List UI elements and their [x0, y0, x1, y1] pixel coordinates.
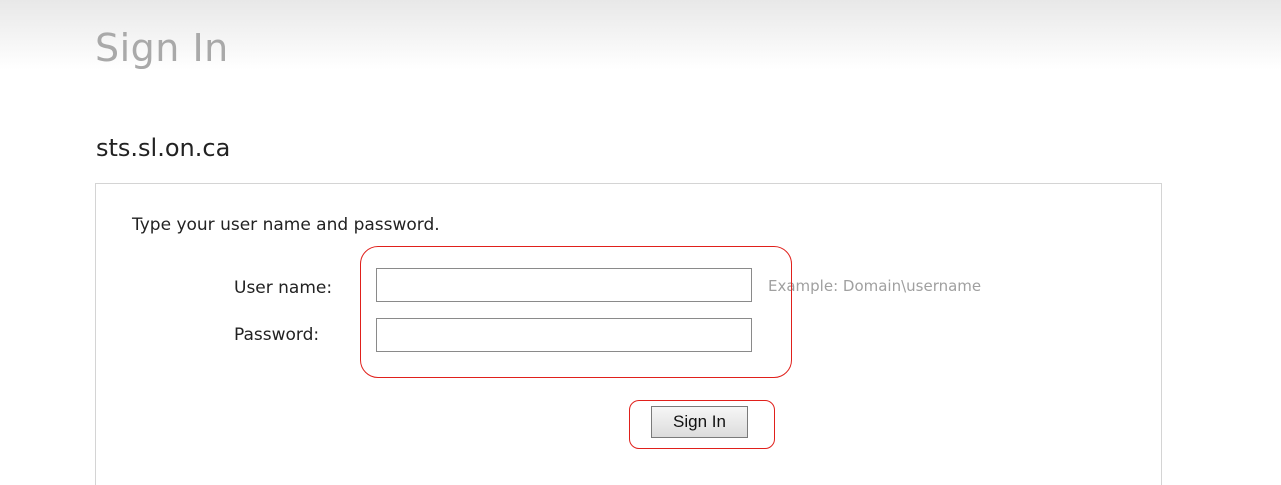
signin-button[interactable]: Sign In [651, 406, 748, 438]
page-title: Sign In [95, 26, 229, 70]
username-input[interactable] [376, 268, 752, 302]
signin-instruction: Type your user name and password. [132, 215, 440, 235]
password-input[interactable] [376, 318, 752, 352]
username-label: User name: [234, 278, 333, 298]
username-hint: Example: Domain\username [768, 277, 982, 295]
domain-name: sts.sl.on.ca [96, 134, 231, 162]
password-label: Password: [234, 325, 320, 345]
signin-page: Sign In sts.sl.on.ca Type your user name… [0, 0, 1281, 485]
